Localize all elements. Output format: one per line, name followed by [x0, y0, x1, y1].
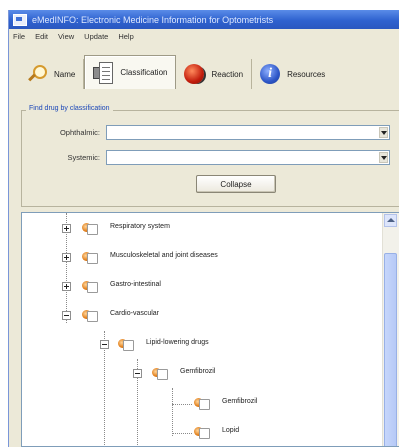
tree-node-gemfibrozil-generic[interactable]: Gemfibrozil	[180, 368, 215, 375]
tree-node-gastro-intestinal[interactable]: Gastro-intestinal	[110, 281, 161, 288]
tree-node-respiratory-system[interactable]: Respiratory system	[110, 223, 170, 230]
app-icon	[13, 13, 27, 26]
window-title: eMedINFO: Electronic Medicine Informatio…	[32, 14, 274, 25]
find-drug-group-title: Find drug by classification	[26, 105, 113, 112]
ophthalmic-select[interactable]	[106, 125, 390, 140]
menu-edit[interactable]: Edit	[35, 32, 48, 41]
scroll-up-arrow-icon[interactable]	[384, 214, 397, 227]
find-drug-group: Find drug by classification Ophthalmic: …	[21, 105, 399, 207]
scroll-thumb[interactable]	[384, 253, 397, 446]
drug-product-icon	[194, 426, 210, 439]
drug-class-icon	[82, 251, 98, 264]
ophthalmic-row: Ophthalmic:	[22, 125, 390, 140]
tab-name-label: Name	[54, 69, 76, 79]
tree-line	[172, 433, 192, 434]
menu-update[interactable]: Update	[84, 32, 108, 41]
drug-class-icon	[82, 222, 98, 235]
tab-classification-label: Classification	[120, 68, 168, 77]
tab-reaction[interactable]: Reaction	[176, 59, 253, 89]
collapse-button[interactable]: Collapse	[196, 175, 276, 193]
classification-tree[interactable]: Respiratory system Musculoskeletal and j…	[21, 212, 399, 447]
menu-view[interactable]: View	[58, 32, 74, 41]
tree-scrollbar[interactable]	[382, 213, 399, 446]
menu-help[interactable]: Help	[118, 32, 133, 41]
menu-file[interactable]: File	[13, 32, 25, 41]
tab-classification[interactable]: Classification	[84, 55, 177, 89]
reaction-icon	[184, 64, 205, 84]
tree-node-gemfibrozil-product[interactable]: Gemfibrozil	[222, 398, 257, 405]
tab-resources[interactable]: i Resources	[252, 59, 333, 89]
menu-bar: File Edit View Update Help	[9, 29, 399, 44]
title-bar[interactable]: eMedINFO: Electronic Medicine Informatio…	[9, 10, 399, 29]
tree-node-cardio-vascular[interactable]: Cardio-vascular	[110, 310, 159, 317]
tree-node-lopid[interactable]: Lopid	[222, 427, 239, 434]
tab-reaction-label: Reaction	[211, 69, 244, 79]
tree-expander-minus[interactable]	[133, 369, 142, 378]
tree-line	[172, 388, 173, 436]
tree-expander-plus[interactable]	[62, 224, 71, 233]
info-icon: i	[260, 64, 281, 84]
tree-node-musculoskeletal[interactable]: Musculoskeletal and joint diseases	[110, 252, 218, 259]
tree-expander-minus[interactable]	[62, 311, 71, 320]
classification-icon	[93, 61, 114, 85]
ophthalmic-dropdown-arrow-icon[interactable]	[379, 127, 388, 138]
systemic-label: Systemic:	[67, 153, 100, 162]
tree-line	[172, 404, 192, 405]
systemic-row: Systemic:	[22, 150, 390, 165]
drug-class-icon	[152, 367, 168, 380]
tree-expander-plus[interactable]	[62, 253, 71, 262]
toolbar: Name Classification Reaction i Resources	[19, 55, 399, 89]
drug-product-icon	[194, 397, 210, 410]
ophthalmic-label: Ophthalmic:	[59, 128, 100, 137]
tree-node-lipid-lowering-drugs[interactable]: Lipid-lowering drugs	[146, 339, 209, 346]
tree-expander-minus[interactable]	[100, 340, 109, 349]
drug-class-icon	[118, 338, 134, 351]
tree-expander-plus[interactable]	[62, 282, 71, 291]
tab-resources-label: Resources	[287, 69, 326, 79]
systemic-dropdown-arrow-icon[interactable]	[379, 152, 388, 163]
drug-class-icon	[82, 280, 98, 293]
app-window: eMedINFO: Electronic Medicine Informatio…	[8, 10, 399, 447]
tab-name[interactable]: Name	[19, 59, 85, 89]
search-icon	[27, 64, 47, 84]
systemic-select[interactable]	[106, 150, 390, 165]
drug-class-icon	[82, 309, 98, 322]
